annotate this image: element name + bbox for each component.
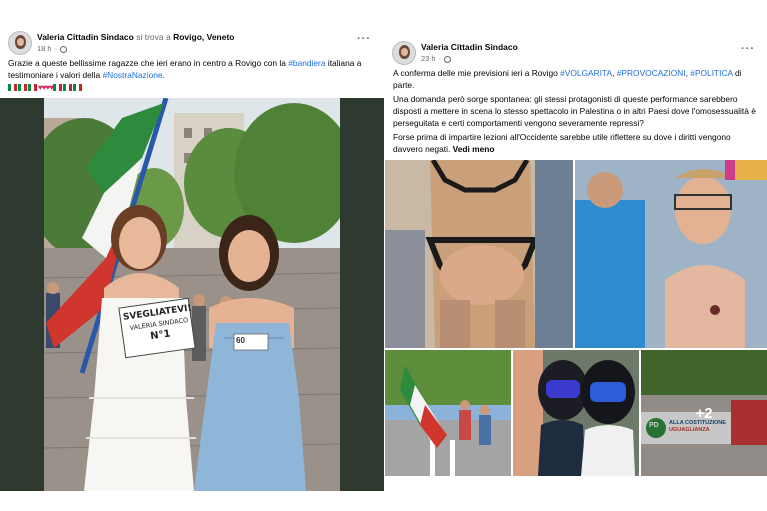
- italy-flag-icon: [73, 84, 82, 91]
- post-header: Valeria Cittadin Sindaco si trova a Rovi…: [8, 30, 235, 56]
- see-less-link[interactable]: Vedi meno: [453, 144, 495, 154]
- timestamp[interactable]: 23 h: [421, 53, 436, 65]
- text-part: .: [162, 70, 165, 80]
- timestamp[interactable]: 18 h: [37, 43, 52, 55]
- avatar[interactable]: [8, 31, 32, 55]
- hashtag-link[interactable]: #PROVOCAZIONI: [617, 68, 686, 78]
- post-header: Valeria Cittadin Sindaco 23 h ·: [392, 40, 518, 66]
- italy-flag-icon: [8, 84, 17, 91]
- globe-icon: [60, 45, 68, 53]
- timestamp-line: 23 h ·: [421, 53, 518, 65]
- hashtag-link[interactable]: #NostraNazione: [103, 70, 163, 80]
- badge-text: 60: [236, 336, 245, 345]
- grid-photo[interactable]: [385, 350, 511, 476]
- avatar[interactable]: [392, 41, 416, 65]
- author-line: Valeria Cittadin Sindaco si trova a Rovi…: [37, 31, 235, 43]
- italy-flag-icon: [28, 84, 37, 91]
- photo-illustration: [575, 160, 767, 348]
- more-options-button[interactable]: ···: [741, 43, 755, 55]
- grid-photo[interactable]: [385, 160, 573, 348]
- italy-flag-icon: [53, 84, 62, 91]
- screenshot-collage: Valeria Cittadin Sindaco si trova a Rovi…: [0, 0, 767, 511]
- facebook-post-left: Valeria Cittadin Sindaco si trova a Rovi…: [0, 22, 384, 492]
- text-part: Grazie a queste bellissime ragazze che i…: [8, 58, 289, 68]
- post-meta: Valeria Cittadin Sindaco si trova a Rovi…: [37, 31, 235, 55]
- grid-photo[interactable]: [513, 350, 639, 476]
- author-line: Valeria Cittadin Sindaco: [421, 41, 518, 53]
- more-photos-overlay[interactable]: +2: [641, 350, 767, 476]
- hashtag-link[interactable]: #bandiera: [288, 58, 325, 68]
- photo-grid: ALLA COSTITUZIONE UGUAGLIANZA PD +2: [385, 160, 767, 478]
- photo-illustration: [385, 160, 573, 348]
- grid-photo-more[interactable]: ALLA COSTITUZIONE UGUAGLIANZA PD +2: [641, 350, 767, 476]
- photo-illustration: [385, 350, 511, 476]
- post-text: Grazie a queste bellissime ragazze che i…: [8, 57, 376, 81]
- separator-dot: ·: [54, 44, 58, 53]
- photo-content: SVEGLIATEVI! VALERIA SINDACO N°1 60: [44, 98, 340, 491]
- post-meta: Valeria Cittadin Sindaco 23 h ·: [421, 41, 518, 65]
- emoji-row: ♥♥♥♥: [8, 83, 83, 92]
- photo-illustration: [44, 98, 340, 491]
- timestamp-line: 18 h ·: [37, 43, 235, 55]
- italy-flag-icon: [63, 84, 72, 91]
- separator-dot: ·: [438, 54, 442, 63]
- grid-photo[interactable]: [575, 160, 767, 348]
- text-part: A conferma delle mie previsioni ieri a R…: [393, 68, 561, 78]
- hashtag-link[interactable]: #VOLGARITA: [560, 68, 612, 78]
- post-paragraph-1: A conferma delle mie previsioni ieri a R…: [393, 67, 761, 91]
- author-name[interactable]: Valeria Cittadin Sindaco: [37, 32, 134, 42]
- post-photo[interactable]: SVEGLIATEVI! VALERIA SINDACO N°1 60: [0, 98, 384, 491]
- facebook-post-right: Valeria Cittadin Sindaco 23 h · ··· A co…: [385, 30, 767, 480]
- post-paragraph-2: Una domanda però sorge spontanea: gli st…: [393, 94, 756, 128]
- hashtag-link[interactable]: #POLITICA: [690, 68, 732, 78]
- globe-icon: [444, 55, 452, 63]
- text-part: Forse prima di impartire lezioni all'Occ…: [393, 132, 731, 154]
- more-options-button[interactable]: ···: [357, 33, 371, 45]
- location-prefix: si trova a: [136, 32, 171, 42]
- post-paragraph-3: Forse prima di impartire lezioni all'Occ…: [393, 131, 761, 155]
- author-name[interactable]: Valeria Cittadin Sindaco: [421, 42, 518, 52]
- italy-flag-icon: [18, 84, 27, 91]
- location-link[interactable]: Rovigo, Veneto: [173, 32, 234, 42]
- photo-illustration: [513, 350, 639, 476]
